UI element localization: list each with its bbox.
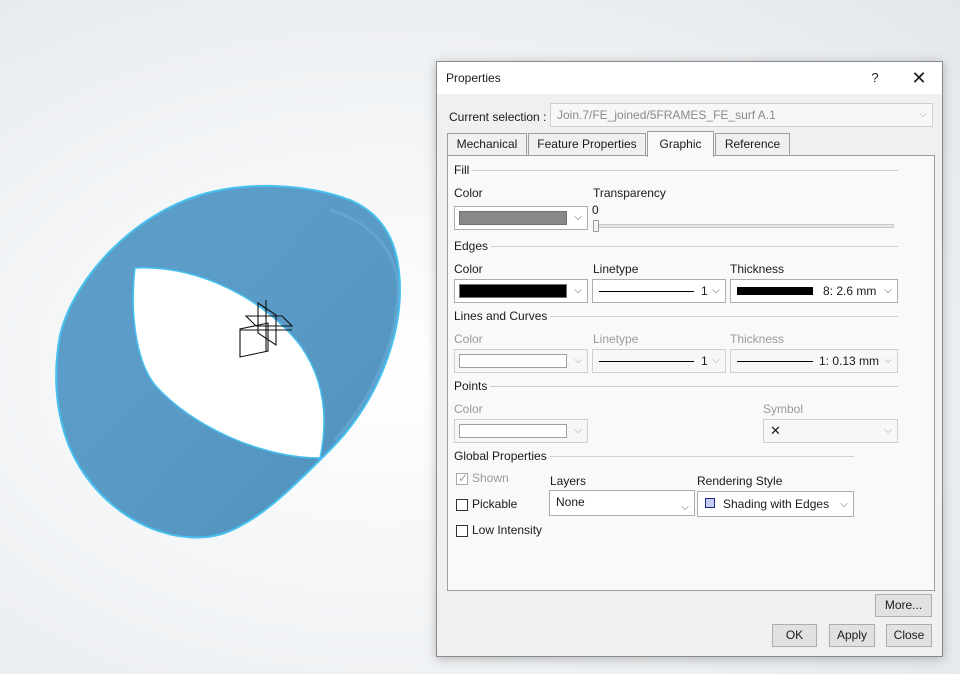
tab-reference[interactable]: Reference bbox=[715, 133, 790, 156]
chevron-down-icon: ⌵ bbox=[574, 212, 582, 223]
rendering-style-value: Shading with Edges bbox=[723, 497, 830, 511]
lines-linetype-sample bbox=[599, 361, 694, 362]
edges-color-swatch bbox=[459, 284, 567, 298]
current-selection-label: Current selection : bbox=[449, 110, 547, 124]
global-group-label: Global Properties bbox=[454, 449, 550, 463]
lines-color-swatch bbox=[459, 354, 567, 368]
chevron-down-icon: ⌵ bbox=[574, 425, 582, 436]
transparency-slider-thumb[interactable] bbox=[593, 220, 599, 232]
rendering-style-label: Rendering Style bbox=[697, 474, 783, 488]
chevron-down-icon: ⌵ bbox=[712, 355, 720, 366]
edges-thickness-sample bbox=[737, 287, 813, 295]
points-color-label: Color bbox=[454, 402, 483, 416]
layers-value: None bbox=[556, 495, 585, 509]
edges-thickness-label: Thickness bbox=[730, 262, 785, 276]
close-button[interactable]: Close bbox=[886, 624, 932, 647]
low-intensity-checkbox[interactable] bbox=[456, 525, 468, 537]
edges-thickness-combo[interactable]: 8: 2.6 mm ⌵ bbox=[730, 279, 898, 303]
pickable-label: Pickable bbox=[472, 497, 518, 511]
ok-button[interactable]: OK bbox=[772, 624, 817, 647]
layers-combo[interactable]: None ⌵ bbox=[549, 490, 695, 516]
lines-thickness-value: 1: 0.13 mm bbox=[819, 354, 880, 368]
shown-checkbox[interactable]: ✓ bbox=[456, 471, 469, 485]
dialog-titlebar[interactable]: Properties ? ✕ bbox=[437, 62, 942, 94]
lines-thickness-label: Thickness bbox=[730, 332, 785, 346]
points-color-swatch bbox=[459, 424, 567, 438]
help-button[interactable]: ? bbox=[865, 68, 885, 88]
points-group-divider bbox=[454, 386, 898, 387]
shown-label: Shown bbox=[472, 471, 509, 485]
chevron-down-icon: ⌵ bbox=[884, 355, 892, 366]
chevron-down-icon: ⌵ bbox=[681, 502, 689, 513]
tab-mechanical[interactable]: Mechanical bbox=[447, 133, 527, 156]
rendering-style-combo[interactable]: Shading with Edges ⌵ bbox=[697, 491, 854, 517]
transparency-slider-track[interactable] bbox=[594, 224, 894, 228]
tab-feature-properties[interactable]: Feature Properties bbox=[528, 133, 646, 156]
layers-label: Layers bbox=[550, 474, 587, 488]
chevron-down-icon: ⌵ bbox=[884, 285, 892, 296]
lines-linetype-label: Linetype bbox=[593, 332, 639, 346]
points-symbol-value: ✕ bbox=[770, 423, 781, 438]
fill-group-label: Fill bbox=[454, 163, 473, 177]
properties-dialog: Properties ? ✕ Current selection : Join.… bbox=[436, 61, 943, 657]
edges-linetype-sample bbox=[599, 291, 694, 292]
edges-thickness-value: 8: 2.6 mm bbox=[823, 284, 877, 298]
chevron-down-icon: ⌵ bbox=[919, 109, 927, 120]
current-selection-combo[interactable]: Join.7/FE_joined/5FRAMES_FE_surf A.1 ⌵ bbox=[550, 103, 933, 127]
edges-color-label: Color bbox=[454, 262, 483, 276]
lines-color-picker[interactable]: ⌵ bbox=[454, 349, 588, 373]
edges-group-divider bbox=[454, 246, 898, 247]
lines-linetype-combo[interactable]: 1 ⌵ bbox=[592, 349, 726, 373]
fill-color-swatch bbox=[459, 211, 567, 225]
low-intensity-label: Low Intensity bbox=[472, 523, 543, 537]
chevron-down-icon: ⌵ bbox=[574, 285, 582, 296]
chevron-down-icon: ⌵ bbox=[712, 285, 720, 296]
edges-group-label: Edges bbox=[454, 239, 492, 253]
lines-thickness-combo[interactable]: 1: 0.13 mm ⌵ bbox=[730, 349, 898, 373]
pickable-checkbox[interactable] bbox=[456, 499, 468, 511]
edges-linetype-combo[interactable]: 1 ⌵ bbox=[592, 279, 726, 303]
lines-curves-group-label: Lines and Curves bbox=[454, 309, 551, 323]
points-color-picker[interactable]: ⌵ bbox=[454, 419, 588, 443]
points-symbol-label: Symbol bbox=[763, 402, 804, 416]
chevron-down-icon: ⌵ bbox=[840, 499, 848, 510]
fill-group-divider bbox=[454, 170, 898, 171]
transparency-label: Transparency bbox=[593, 186, 666, 200]
close-icon[interactable]: ✕ bbox=[907, 68, 931, 88]
tab-graphic[interactable]: Graphic bbox=[647, 131, 714, 157]
edges-linetype-label: Linetype bbox=[593, 262, 639, 276]
chevron-down-icon: ⌵ bbox=[574, 355, 582, 366]
lines-color-label: Color bbox=[454, 332, 483, 346]
transparency-value: 0 bbox=[592, 203, 599, 217]
chevron-down-icon: ⌵ bbox=[884, 425, 892, 436]
points-symbol-combo[interactable]: ✕ ⌵ bbox=[763, 419, 898, 443]
fill-color-picker[interactable]: ⌵ bbox=[454, 206, 588, 230]
current-selection-value: Join.7/FE_joined/5FRAMES_FE_surf A.1 bbox=[557, 108, 776, 122]
edges-color-picker[interactable]: ⌵ bbox=[454, 279, 588, 303]
dialog-title: Properties bbox=[446, 71, 501, 85]
graphic-tab-panel: Fill Color Transparency ⌵ 0 Edges Color … bbox=[447, 155, 935, 591]
shading-with-edges-icon bbox=[705, 498, 715, 508]
more-button[interactable]: More... bbox=[875, 594, 932, 617]
cylinder-surface-part[interactable] bbox=[55, 184, 402, 539]
apply-button[interactable]: Apply bbox=[829, 624, 875, 647]
points-group-label: Points bbox=[454, 379, 491, 393]
check-icon: ✓ bbox=[458, 471, 469, 485]
lines-thickness-sample bbox=[737, 361, 813, 362]
fill-color-label: Color bbox=[454, 186, 483, 200]
